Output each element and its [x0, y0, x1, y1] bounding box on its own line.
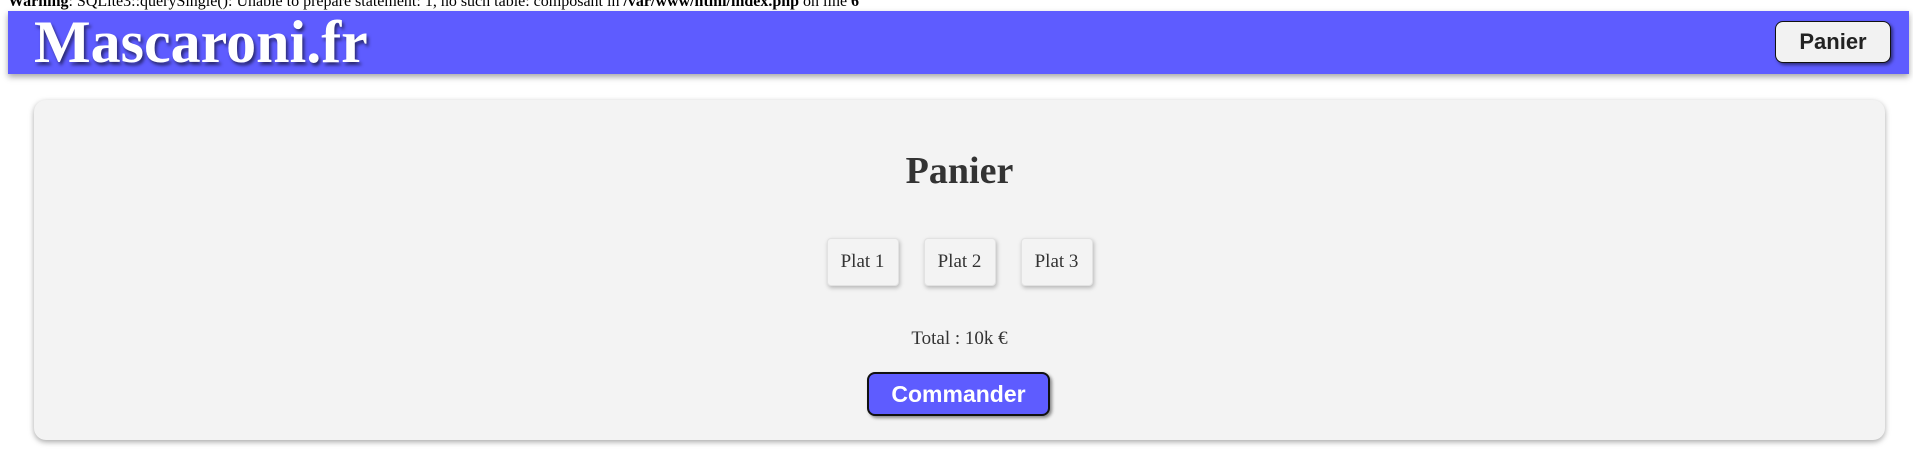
- warning-path: /var/www/html/index.php: [623, 0, 800, 10]
- cart-item-1[interactable]: Plat 1: [826, 238, 899, 286]
- cart-title: Panier: [905, 150, 1014, 192]
- cart-button[interactable]: Panier: [1775, 21, 1891, 63]
- cart-panel: Panier Plat 1 Plat 2 Plat 3 Total : 10k …: [34, 100, 1885, 440]
- warning-line-number: 6: [851, 0, 860, 10]
- order-button[interactable]: Commander: [867, 372, 1050, 416]
- cart-items-list: Plat 1 Plat 2 Plat 3: [34, 238, 1885, 286]
- top-navigation-bar: Mascaroni.fr Panier: [8, 11, 1909, 74]
- cart-item-2[interactable]: Plat 2: [923, 238, 996, 286]
- cart-total: Total : 10k €: [911, 328, 1008, 349]
- cart-item-3[interactable]: Plat 3: [1020, 238, 1093, 286]
- warning-line-text: on line: [799, 0, 852, 10]
- site-logo[interactable]: Mascaroni.fr: [34, 11, 368, 73]
